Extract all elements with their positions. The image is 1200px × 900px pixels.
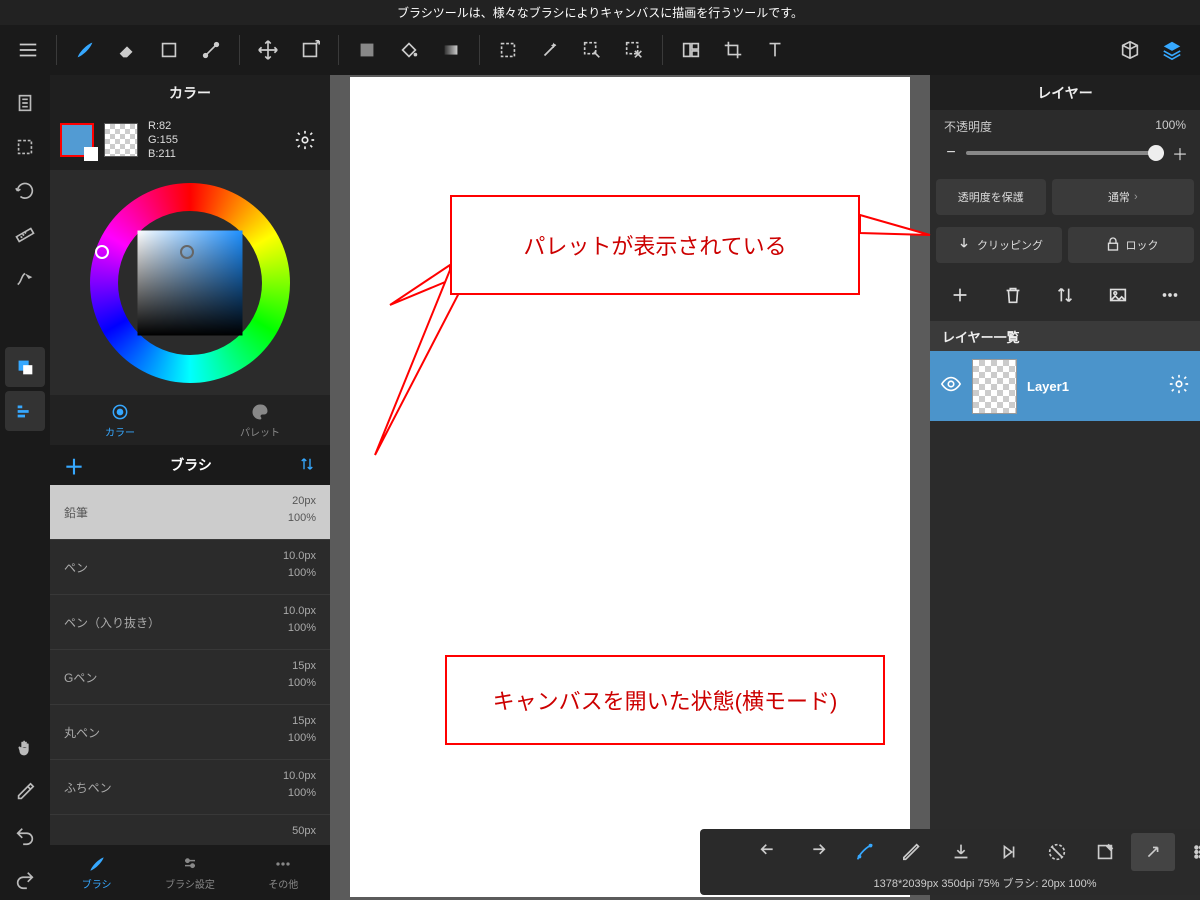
brush-item[interactable]: Gペン15px100% bbox=[50, 650, 330, 705]
left-rail bbox=[0, 75, 50, 900]
transform-tool-icon[interactable] bbox=[292, 32, 328, 68]
rail-document-icon[interactable] bbox=[5, 83, 45, 123]
image-layer-icon[interactable] bbox=[1100, 277, 1136, 313]
rail-eyedropper-icon[interactable] bbox=[5, 772, 45, 812]
bb-grid-icon[interactable] bbox=[1179, 833, 1200, 871]
layers-icon[interactable] bbox=[1154, 32, 1190, 68]
brush-item[interactable]: 50px bbox=[50, 815, 330, 845]
layers-panel-title: レイヤー bbox=[930, 75, 1200, 110]
brush-panel-title: ブラシ bbox=[170, 455, 212, 475]
btab-brush[interactable]: ブラシ bbox=[50, 845, 143, 900]
rail-stabilizer-icon[interactable] bbox=[5, 259, 45, 299]
top-toolbar bbox=[0, 25, 1200, 75]
select-pen-icon[interactable] bbox=[574, 32, 610, 68]
move-tool-icon[interactable] bbox=[250, 32, 286, 68]
bb-redo-icon[interactable] bbox=[795, 833, 839, 871]
opacity-plus-icon[interactable]: ＋ bbox=[1172, 141, 1186, 165]
delete-layer-icon[interactable] bbox=[995, 277, 1031, 313]
btab-settings[interactable]: ブラシ設定 bbox=[143, 845, 236, 900]
brush-list[interactable]: 鉛筆20px100%ペン10.0px100%ペン（入り抜き）10.0px100%… bbox=[50, 485, 330, 845]
brush-item[interactable]: 丸ペン15px100% bbox=[50, 705, 330, 760]
info-bar: ブラシツールは、様々なブラシによりキャンバスに描画を行うツールです。 bbox=[0, 0, 1200, 25]
tab-palette[interactable]: パレット bbox=[190, 395, 330, 445]
opacity-minus-icon[interactable]: − bbox=[944, 144, 958, 162]
bb-clear-icon[interactable] bbox=[1083, 833, 1127, 871]
bb-save-icon[interactable] bbox=[939, 833, 983, 871]
rail-brush-icon[interactable] bbox=[5, 391, 45, 431]
tab-color[interactable]: カラー bbox=[50, 395, 190, 445]
fill-color-icon[interactable] bbox=[349, 32, 385, 68]
secondary-color-swatch[interactable] bbox=[104, 123, 138, 157]
bucket-tool-icon[interactable] bbox=[391, 32, 427, 68]
color-panel-title: カラー bbox=[50, 75, 330, 110]
primary-color-swatch[interactable] bbox=[60, 123, 94, 157]
brush-panel-header: ＋ ブラシ bbox=[50, 445, 330, 485]
btab-other[interactable]: その他 bbox=[237, 845, 330, 900]
blend-mode-button[interactable]: 通常› bbox=[1052, 179, 1194, 215]
brush-tool-icon[interactable] bbox=[67, 32, 103, 68]
rgb-readout: R:82 G:155 B:211 bbox=[148, 119, 178, 162]
rail-undo-icon[interactable] bbox=[5, 816, 45, 856]
layer-operations bbox=[930, 269, 1200, 321]
layer-name: Layer1 bbox=[1027, 379, 1158, 394]
brush-tabs: ブラシ ブラシ設定 その他 bbox=[50, 845, 330, 900]
shape-tool-icon[interactable] bbox=[151, 32, 187, 68]
reorder-layer-icon[interactable] bbox=[1047, 277, 1083, 313]
select-rect-icon[interactable] bbox=[490, 32, 526, 68]
bb-brush-icon[interactable] bbox=[843, 833, 887, 871]
crop-tool-icon[interactable] bbox=[715, 32, 751, 68]
rail-hand-icon[interactable] bbox=[5, 728, 45, 768]
color-tabs: カラー パレット bbox=[50, 395, 330, 445]
add-brush-icon[interactable]: ＋ bbox=[64, 451, 84, 480]
protect-alpha-button[interactable]: 透明度を保護 bbox=[936, 179, 1046, 215]
right-panel: レイヤー 不透明度 100% − ＋ 透明度を保護 通常› クリッピング ロック bbox=[930, 75, 1200, 900]
left-panel: カラー R:82 G:155 B:211 カラー パレット bbox=[50, 75, 330, 900]
bb-deselect-icon[interactable] bbox=[1035, 833, 1079, 871]
bottom-toolbar: 1378*2039px 350dpi 75% ブラシ: 20px 100% bbox=[700, 829, 1200, 895]
gradient-tool-icon[interactable] bbox=[433, 32, 469, 68]
sort-brush-icon[interactable] bbox=[298, 455, 316, 476]
color-swatch-row: R:82 G:155 B:211 bbox=[50, 110, 330, 170]
brush-item[interactable]: ペン10.0px100% bbox=[50, 540, 330, 595]
path-tool-icon[interactable] bbox=[193, 32, 229, 68]
canvas-area[interactable]: パレットが表示されている キャンバスを開いた状態(横モード) 1378*2039… bbox=[330, 75, 930, 900]
add-layer-icon[interactable] bbox=[942, 277, 978, 313]
eraser-tool-icon[interactable] bbox=[109, 32, 145, 68]
color-settings-icon[interactable] bbox=[290, 125, 320, 155]
rail-select-icon[interactable] bbox=[5, 127, 45, 167]
rail-color-icon[interactable] bbox=[5, 347, 45, 387]
text-tool-icon[interactable] bbox=[757, 32, 793, 68]
layer-thumbnail bbox=[972, 359, 1017, 414]
bb-pen-icon[interactable] bbox=[891, 833, 935, 871]
clipping-button[interactable]: クリッピング bbox=[936, 227, 1062, 263]
select-erase-icon[interactable] bbox=[616, 32, 652, 68]
opacity-slider[interactable] bbox=[966, 151, 1164, 155]
brush-item[interactable]: 鉛筆20px100% bbox=[50, 485, 330, 540]
layer-settings-icon[interactable] bbox=[1168, 373, 1190, 400]
layer-row[interactable]: Layer1 bbox=[930, 351, 1200, 421]
rail-rotate-icon[interactable] bbox=[5, 171, 45, 211]
menu-icon[interactable] bbox=[10, 32, 46, 68]
frame-tool-icon[interactable] bbox=[673, 32, 709, 68]
magic-wand-icon[interactable] bbox=[532, 32, 568, 68]
bb-undo-icon[interactable] bbox=[747, 833, 791, 871]
more-layer-icon[interactable] bbox=[1152, 277, 1188, 313]
bb-fullscreen-icon[interactable] bbox=[1131, 833, 1175, 871]
opacity-value: 100% bbox=[1155, 118, 1186, 135]
bb-play-icon[interactable] bbox=[987, 833, 1031, 871]
rail-ruler-icon[interactable] bbox=[5, 215, 45, 255]
opacity-control: 不透明度 100% − ＋ bbox=[930, 110, 1200, 173]
layer-list-header: レイヤー一覧 bbox=[930, 321, 1200, 351]
brush-item[interactable]: ペン（入り抜き）10.0px100% bbox=[50, 595, 330, 650]
lock-button[interactable]: ロック bbox=[1068, 227, 1194, 263]
status-bar: 1378*2039px 350dpi 75% ブラシ: 20px 100% bbox=[704, 871, 1200, 891]
brush-item[interactable]: ふちペン10.0px100% bbox=[50, 760, 330, 815]
visibility-icon[interactable] bbox=[940, 373, 962, 400]
color-wheel[interactable] bbox=[50, 170, 330, 395]
rail-redo-icon[interactable] bbox=[5, 860, 45, 900]
opacity-label: 不透明度 bbox=[944, 118, 992, 135]
canvas[interactable] bbox=[350, 77, 910, 897]
3d-icon[interactable] bbox=[1112, 32, 1148, 68]
